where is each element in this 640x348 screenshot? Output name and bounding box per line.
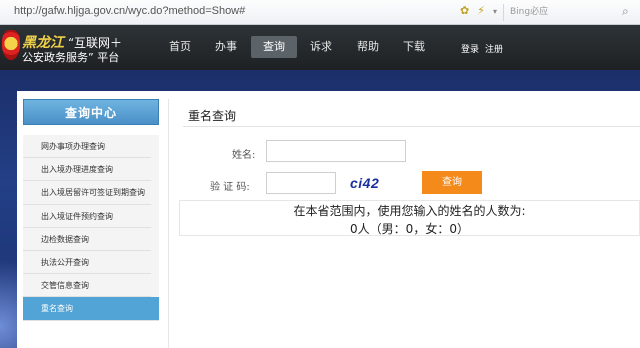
sidebar-item-residence-visa-expiry[interactable]: 出入境居留许可签证到期查询 [23,181,151,205]
police-emblem-icon [2,30,20,60]
sidebar-item-border-data[interactable]: 边检数据查询 [23,227,151,251]
captcha-input[interactable] [266,172,336,194]
lightning-icon[interactable]: ⚡ [477,4,485,17]
nav-home[interactable]: 首页 [160,36,200,58]
title-divider [183,126,640,127]
name-input[interactable] [266,140,406,162]
nav-query[interactable]: 查询 [251,36,297,58]
extension-icons: ✿ ⚡ ▾ [460,4,505,17]
sidebar-item-law-enforcement[interactable]: 执法公开查询 [23,250,151,275]
sidebar-item-appointment[interactable]: 出入境证件预约查询 [23,204,151,228]
logo-subtitle: 公安政务服务” 平台 [22,51,120,64]
sidebar-item-online-affairs[interactable]: 网办事项办理查询 [23,135,151,159]
site-header: 黑龙江 “互联网＋ 公安政务服务” 平台 首页 办事 查询 诉求 帮助 下载 登… [0,25,640,70]
page-title: 重名查询 [188,109,237,123]
sidebar-title: 查询中心 [23,99,159,125]
sidebar-item-duplicate-name[interactable]: 重名查询 [23,297,159,321]
sidebar-list: 网办事项办理查询 出入境办理进度查询 出入境居留许可签证到期查询 出入境证件预约… [23,135,159,321]
nav-download[interactable]: 下载 [394,36,434,58]
main-panel: 查询中心 网办事项办理查询 出入境办理进度查询 出入境居留许可签证到期查询 出入… [17,91,640,348]
dropdown-icon[interactable]: ▾ [493,7,497,16]
result-box: 在本省范围内，使用您输入的姓名的人数为: 0人（男：0，女：0） [179,200,640,236]
register-link[interactable]: 注册 [485,45,503,55]
captcha-label: 验 证 码: [210,182,250,193]
result-text: 在本省范围内，使用您输入的姓名的人数为: [293,204,526,218]
address-url[interactable]: http://gafw.hljga.gov.cn/wyc.do?method=S… [14,5,245,17]
result-count: 0人（男：0，女：0） [350,222,469,236]
sidebar-item-traffic-info[interactable]: 交管信息查询 [23,274,151,298]
login-link[interactable]: 登录 [461,45,479,55]
name-label: 姓名: [232,150,256,161]
query-sidebar: 查询中心 网办事项办理查询 出入境办理进度查询 出入境居留许可签证到期查询 出入… [23,99,159,321]
bee-icon[interactable]: ✿ [460,4,469,17]
sidebar-item-exit-entry-progress[interactable]: 出入境办理进度查询 [23,158,151,182]
logo-tag: “互联网＋ [67,36,122,50]
browser-address-bar: http://gafw.hljga.gov.cn/wyc.do?method=S… [0,0,640,25]
nav-help[interactable]: 帮助 [348,36,388,58]
magnifier-icon[interactable]: ⌕ [622,4,629,19]
nav-services[interactable]: 办事 [206,36,246,58]
content-divider [168,99,169,348]
captcha-image[interactable]: ci42 [350,175,379,191]
search-box[interactable]: Bing必应 [503,4,615,21]
query-button[interactable]: 查询 [422,171,482,194]
account-links: 登录 注册 [461,42,509,55]
nav-appeal[interactable]: 诉求 [301,36,341,58]
